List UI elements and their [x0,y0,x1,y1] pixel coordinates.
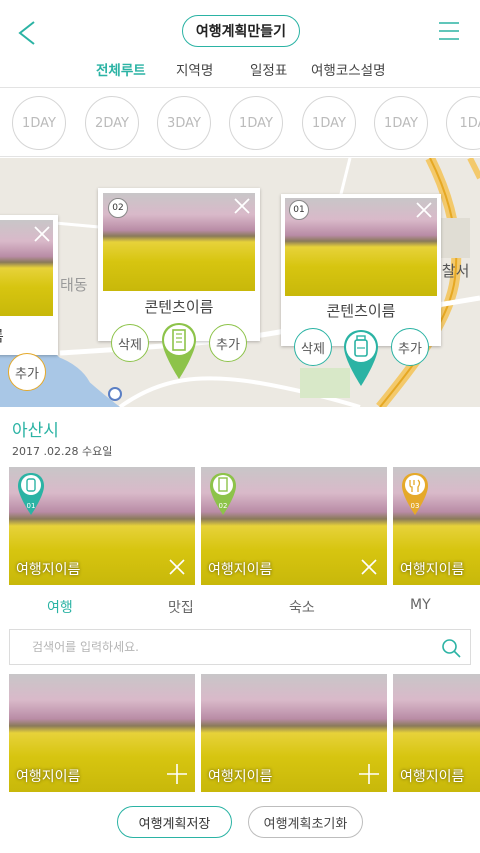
content-name: 름 [0,325,50,346]
tab-all-route[interactable]: 전체루트 [96,59,146,79]
add-button[interactable]: 추가 [391,328,429,366]
bottle-icon: 01 [18,473,44,515]
map-place-label: 태동 [60,276,88,294]
content-name: 콘텐츠이름 [144,298,214,316]
tab-schedule[interactable]: 일정표 [250,59,287,79]
content-name: 콘텐츠이름 [326,302,396,320]
selected-item[interactable]: 01 여행지이름 [9,467,195,585]
close-icon[interactable] [169,559,185,575]
item-name: 여행지이름 [400,769,465,785]
trip-date: 2017 .02.28 수요일 [12,445,113,458]
category-tabs: 여행 맛집 숙소 MY [0,597,480,619]
building-icon: 02 [210,473,236,515]
item-name: 여행지이름 [16,769,81,785]
day-button[interactable]: 1DAY [374,96,428,150]
item-name: 여행지이름 [208,562,273,578]
day-button[interactable]: 1DA [446,96,480,150]
close-icon[interactable] [33,225,51,243]
selected-item[interactable]: 03 여행지이름 [393,467,480,585]
delete-button[interactable]: 삭제 [294,328,332,366]
item-name: 여행지이름 [16,562,81,578]
tab-lodging[interactable]: 숙소 [289,597,315,617]
close-icon[interactable] [361,559,377,575]
marker-number: 03 [411,502,420,510]
tab-region[interactable]: 지역명 [176,59,213,79]
add-button[interactable]: 추가 [8,353,46,391]
tab-restaurant[interactable]: 맛집 [168,597,194,617]
content-number: 01 [289,200,309,220]
map-content-card[interactable]: 01 콘텐츠이름 [281,194,441,346]
marker-number: 02 [219,502,228,510]
bottle-icon[interactable] [342,328,380,388]
day-button[interactable]: 1DAY [302,96,356,150]
delete-button[interactable]: 삭제 [111,324,149,362]
close-icon[interactable] [233,197,251,215]
marker-number: 01 [27,502,36,510]
item-name: 여행지이름 [208,769,273,785]
result-item[interactable]: 여행지이름 [9,674,195,792]
result-item[interactable]: 여행지이름 [201,674,387,792]
route-map[interactable]: 경찰서 태동 름 추가 02 콘텐츠이름 삭제 추가 01 콘텐츠이름 삭제 추… [0,158,480,407]
search-bar [9,629,471,665]
day-button[interactable]: 3DAY [157,96,211,150]
map-content-card[interactable]: 02 콘텐츠이름 [98,188,260,341]
plus-icon[interactable] [359,764,379,784]
selected-item[interactable]: 02 여행지이름 [201,467,387,585]
tab-course-desc[interactable]: 여행코스설명 [311,59,386,79]
save-plan-button[interactable]: 여행계획저장 [117,806,232,838]
day-button[interactable]: 1DAY [12,96,66,150]
search-input[interactable] [32,630,412,664]
chevron-left-icon[interactable] [14,18,44,48]
plus-icon[interactable] [167,764,187,784]
tab-travel[interactable]: 여행 [47,597,73,617]
page-title: 여행계획만들기 [182,15,300,47]
add-button[interactable]: 추가 [209,324,247,362]
search-icon[interactable] [441,638,461,658]
day-button[interactable]: 1DAY [229,96,283,150]
reset-plan-button[interactable]: 여행계획초기화 [248,806,363,838]
content-number: 02 [108,198,128,218]
restaurant-icon: 03 [402,473,428,515]
tab-my[interactable]: MY [410,597,431,613]
day-selector: 1DAY 2DAY 3DAY 1DAY 1DAY 1DAY 1DA [0,89,480,157]
day-button[interactable]: 2DAY [85,96,139,150]
close-icon[interactable] [415,201,433,219]
city-name: 아산시 [12,421,59,441]
subtab-bar: 전체루트 지역명 일정표 여행코스설명 [0,59,480,79]
hamburger-menu-icon[interactable] [438,20,460,42]
result-item[interactable]: 여행지이름 [393,674,480,792]
building-icon[interactable] [160,321,198,381]
app-header: 여행계획만들기 전체루트 지역명 일정표 여행코스설명 [0,0,480,88]
item-name: 여행지이름 [400,562,465,578]
map-content-card[interactable]: 름 [0,215,58,355]
